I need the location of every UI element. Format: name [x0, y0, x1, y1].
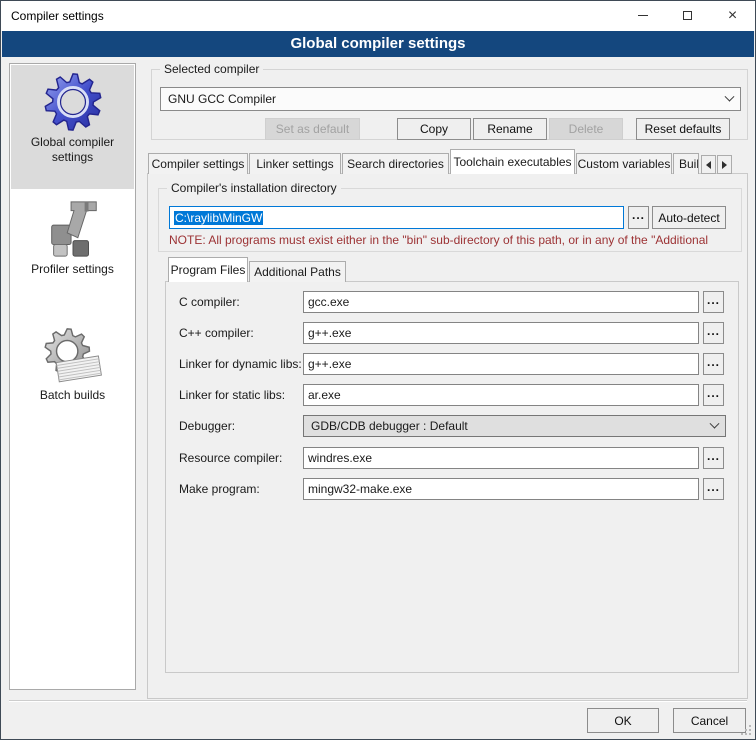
- close-icon: ×: [728, 8, 737, 24]
- tab-search-directories[interactable]: Search directories: [342, 153, 449, 174]
- resource-compiler-input[interactable]: windres.exe: [303, 447, 699, 469]
- rename-button[interactable]: Rename: [473, 118, 547, 140]
- linker-dynamic-input[interactable]: g++.exe: [303, 353, 699, 375]
- make-program-label: Make program:: [179, 482, 260, 496]
- c-compiler-label: C compiler:: [179, 295, 240, 309]
- cpp-compiler-browse-button[interactable]: ...: [703, 322, 724, 344]
- maximize-button[interactable]: [665, 1, 710, 30]
- tab-linker-settings[interactable]: Linker settings: [249, 153, 341, 174]
- batch-builds-icon: [42, 324, 104, 386]
- selected-compiler-group-label: Selected compiler: [160, 62, 263, 76]
- page-title: Global compiler settings: [2, 31, 754, 57]
- sidebar-item-batch-builds[interactable]: Batch builds: [11, 318, 134, 418]
- delete-button: Delete: [549, 118, 623, 140]
- tab-custom-variables[interactable]: Custom variables: [576, 153, 672, 174]
- tab-compiler-settings[interactable]: Compiler settings: [148, 153, 248, 174]
- cpp-compiler-input[interactable]: g++.exe: [303, 322, 699, 344]
- sidebar-item-label: Profiler settings: [11, 262, 134, 277]
- tab-additional-paths[interactable]: Additional Paths: [249, 261, 346, 282]
- compiler-select-value: GNU GCC Compiler: [168, 92, 276, 106]
- resize-grip[interactable]: [749, 733, 751, 735]
- installation-directory-group: Compiler's installation directory C:\ray…: [158, 188, 742, 252]
- main-tabstrip: Compiler settings Linker settings Search…: [148, 149, 732, 174]
- linker-dynamic-label: Linker for dynamic libs:: [179, 357, 302, 371]
- sidebar-item-profiler-settings[interactable]: Profiler settings: [11, 192, 134, 292]
- debugger-select-value: GDB/CDB debugger : Default: [311, 419, 468, 433]
- gear-blue-icon: [42, 71, 104, 133]
- compiler-settings-window: Compiler settings × Global compiler sett…: [0, 0, 756, 740]
- installation-directory-input[interactable]: C:\raylib\MinGW: [169, 206, 624, 229]
- paths-tabstrip: Program Files Additional Paths: [168, 258, 347, 282]
- sidebar-item-label: Global compiler settings: [11, 135, 134, 165]
- tab-toolchain-executables[interactable]: Toolchain executables: [450, 149, 575, 174]
- profiler-caliper-icon: [42, 198, 104, 260]
- resource-compiler-label: Resource compiler:: [179, 451, 282, 465]
- reset-defaults-button[interactable]: Reset defaults: [636, 118, 730, 140]
- titlebar: Compiler settings ×: [1, 1, 755, 31]
- c-compiler-input[interactable]: gcc.exe: [303, 291, 699, 313]
- compiler-select[interactable]: GNU GCC Compiler: [160, 87, 741, 111]
- debugger-select[interactable]: GDB/CDB debugger : Default: [303, 415, 726, 437]
- window-title: Compiler settings: [11, 1, 104, 31]
- c-compiler-browse-button[interactable]: ...: [703, 291, 724, 313]
- debugger-label: Debugger:: [179, 419, 235, 433]
- tab-scroll-right-button[interactable]: [717, 155, 732, 174]
- set-as-default-button: Set as default: [265, 118, 360, 140]
- arrow-right-icon: [722, 161, 727, 169]
- make-program-input[interactable]: mingw32-make.exe: [303, 478, 699, 500]
- sidebar-item-global-compiler-settings[interactable]: Global compiler settings: [11, 65, 134, 189]
- tab-program-files[interactable]: Program Files: [168, 257, 248, 282]
- auto-detect-button[interactable]: Auto-detect: [652, 206, 726, 229]
- tab-build-options[interactable]: Build options: [673, 153, 699, 174]
- close-button[interactable]: ×: [710, 1, 755, 30]
- linker-static-label: Linker for static libs:: [179, 388, 285, 402]
- resource-compiler-browse-button[interactable]: ...: [703, 447, 724, 469]
- linker-static-browse-button[interactable]: ...: [703, 384, 724, 406]
- chevron-down-icon: [710, 418, 720, 428]
- linker-static-input[interactable]: ar.exe: [303, 384, 699, 406]
- copy-button[interactable]: Copy: [397, 118, 471, 140]
- bin-subdirectory-note: NOTE: All programs must exist either in …: [169, 233, 735, 247]
- sidebar-item-label: Batch builds: [11, 388, 134, 403]
- settings-sidebar: Global compiler settings Profiler settin…: [9, 63, 136, 690]
- minimize-button[interactable]: [620, 1, 665, 30]
- installation-directory-value: C:\raylib\MinGW: [174, 211, 263, 225]
- linker-dynamic-browse-button[interactable]: ...: [703, 353, 724, 375]
- chevron-down-icon: [725, 91, 735, 101]
- toolchain-executables-page: Compiler's installation directory C:\ray…: [147, 173, 748, 699]
- arrow-left-icon: [706, 161, 711, 169]
- program-files-page: C compiler: gcc.exe ... C++ compiler: g+…: [165, 281, 739, 673]
- tab-scroll-left-button[interactable]: [701, 155, 716, 174]
- maximize-icon: [683, 11, 692, 20]
- selected-compiler-group: Selected compiler GNU GCC Compiler Set a…: [151, 69, 748, 140]
- cancel-button[interactable]: Cancel: [673, 708, 746, 733]
- minimize-icon: [638, 15, 648, 16]
- installation-directory-label: Compiler's installation directory: [167, 181, 341, 195]
- footer-divider: [9, 700, 747, 702]
- ok-button[interactable]: OK: [587, 708, 659, 733]
- cpp-compiler-label: C++ compiler:: [179, 326, 254, 340]
- make-program-browse-button[interactable]: ...: [703, 478, 724, 500]
- browse-directory-button[interactable]: ...: [628, 206, 649, 229]
